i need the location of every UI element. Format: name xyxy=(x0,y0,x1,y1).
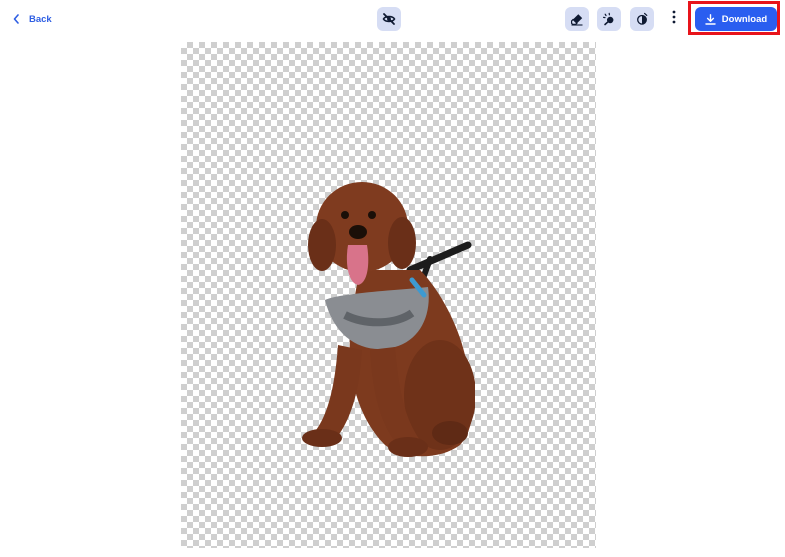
back-label: Back xyxy=(29,13,52,25)
more-vertical-icon xyxy=(672,10,676,29)
more-options-button[interactable] xyxy=(663,7,685,31)
shadow-icon xyxy=(635,12,649,26)
eye-off-icon xyxy=(382,12,396,26)
back-link[interactable]: Back xyxy=(13,12,52,26)
download-label: Download xyxy=(721,13,768,25)
toggle-visibility-button[interactable] xyxy=(377,7,401,31)
effects-button[interactable] xyxy=(597,7,621,31)
download-icon xyxy=(705,13,716,25)
download-button[interactable]: Download xyxy=(695,7,777,31)
shadow-button[interactable] xyxy=(630,7,654,31)
chevron-left-icon xyxy=(13,14,20,24)
eraser-icon xyxy=(570,12,584,26)
dog-cutout-image xyxy=(302,182,475,457)
erase-button[interactable] xyxy=(565,7,589,31)
magic-wand-icon xyxy=(602,12,616,26)
